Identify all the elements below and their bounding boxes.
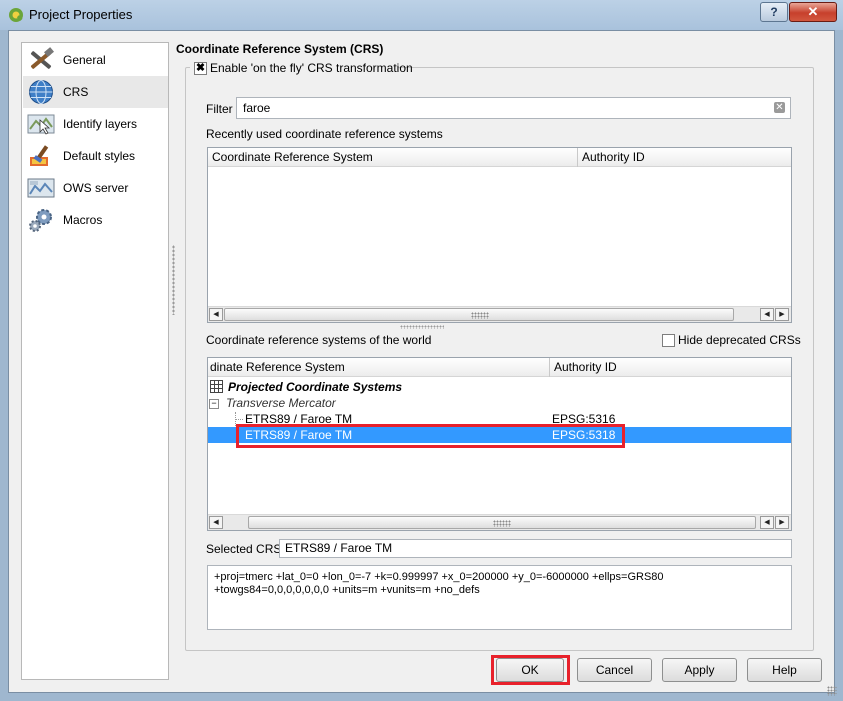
scrollbar-thumb[interactable] [248, 516, 756, 529]
column-header-crs[interactable]: dinate Reference System [208, 358, 550, 377]
recent-crs-table: Coordinate Reference System Authority ID… [207, 147, 792, 323]
otf-checkbox[interactable]: ✖ [194, 62, 207, 75]
sidebar-item-crs[interactable]: CRS [23, 76, 168, 108]
sidebar-item-label: Macros [63, 213, 103, 227]
scroll-left-icon[interactable]: ◀ [209, 308, 223, 321]
qgis-logo-icon [9, 8, 23, 22]
splitter-handle[interactable] [172, 245, 175, 315]
hide-deprecated-checkbox[interactable] [662, 334, 675, 347]
filter-input[interactable]: faroe [236, 97, 791, 119]
sidebar-item-label: CRS [63, 85, 89, 99]
column-header-authority[interactable]: Authority ID [550, 358, 791, 377]
selected-crs-field[interactable]: ETRS89 / Faroe TM [279, 539, 792, 558]
identify-map-icon [27, 114, 55, 135]
sidebar-item-label: Identify layers [63, 117, 138, 131]
otf-checkbox-label: Enable 'on the fly' CRS transformation [210, 61, 413, 75]
world-table-header: dinate Reference System Authority ID [208, 358, 791, 377]
collapse-icon[interactable]: − [209, 399, 219, 409]
scroll-left-icon[interactable]: ◀ [209, 516, 223, 529]
proj-string-text: +proj=tmerc +lat_0=0 +lon_0=-7 +k=0.9999… [214, 571, 664, 596]
sidebar-item-identify-layers[interactable]: Identify layers [23, 108, 168, 140]
column-header-authority[interactable]: Authority ID [578, 148, 791, 167]
annotation-highlight-ok [491, 655, 570, 685]
sidebar: General CRS Identify layers Default styl… [21, 42, 169, 680]
recent-crs-label: Recently used coordinate reference syste… [206, 127, 443, 141]
window-title: Project Properties [29, 7, 133, 22]
table-splitter-handle[interactable] [400, 325, 444, 329]
filter-label: Filter [206, 102, 233, 116]
paintbrush-icon [30, 145, 49, 166]
globe-icon [29, 80, 53, 104]
recent-table-hscrollbar[interactable]: ◀ ◀ ▶ [208, 306, 791, 322]
title-help-button[interactable]: ? [760, 2, 788, 22]
sidebar-item-label: General [63, 53, 106, 67]
annotation-highlight-row [236, 424, 625, 448]
selected-crs-label: Selected CRS: [206, 542, 285, 556]
resize-grip[interactable] [827, 686, 837, 696]
apply-button[interactable]: Apply [662, 658, 737, 682]
sidebar-item-label: Default styles [63, 149, 136, 163]
clear-filter-icon[interactable]: ✕ [774, 102, 785, 113]
cancel-button[interactable]: Cancel [577, 658, 652, 682]
scroll-left-icon[interactable]: ◀ [760, 308, 774, 321]
sidebar-item-macros[interactable]: Macros [23, 204, 168, 236]
scrollbar-thumb[interactable] [224, 308, 734, 321]
help-button[interactable]: Help [747, 658, 822, 682]
world-table-hscrollbar[interactable]: ◀ ◀ ▶ [208, 514, 791, 530]
sidebar-item-ows-server[interactable]: OWS server [23, 172, 168, 204]
gears-icon [29, 209, 52, 232]
column-header-crs[interactable]: Coordinate Reference System [208, 148, 578, 167]
tree-group-projected[interactable]: Projected Coordinate Systems [228, 379, 402, 395]
section-title: Coordinate Reference System (CRS) [176, 42, 384, 56]
sidebar-item-default-styles[interactable]: Default styles [23, 140, 168, 172]
ows-map-icon [27, 178, 55, 198]
close-button[interactable]: ✕ [789, 2, 837, 22]
scroll-left-icon[interactable]: ◀ [760, 516, 774, 529]
sidebar-item-label: OWS server [63, 181, 129, 195]
proj-string-box[interactable]: +proj=tmerc +lat_0=0 +lon_0=-7 +k=0.9999… [207, 565, 792, 630]
hide-deprecated-label: Hide deprecated CRSs [678, 333, 801, 347]
world-crs-label: Coordinate reference systems of the worl… [206, 333, 432, 347]
sidebar-item-general[interactable]: General [23, 44, 168, 76]
tools-icon [30, 47, 54, 69]
tree-subgroup-tm[interactable]: Transverse Mercator [226, 395, 336, 411]
scroll-right-icon[interactable]: ▶ [775, 516, 789, 529]
scroll-right-icon[interactable]: ▶ [775, 308, 789, 321]
grid-icon [210, 380, 223, 393]
recent-table-header: Coordinate Reference System Authority ID [208, 148, 791, 167]
